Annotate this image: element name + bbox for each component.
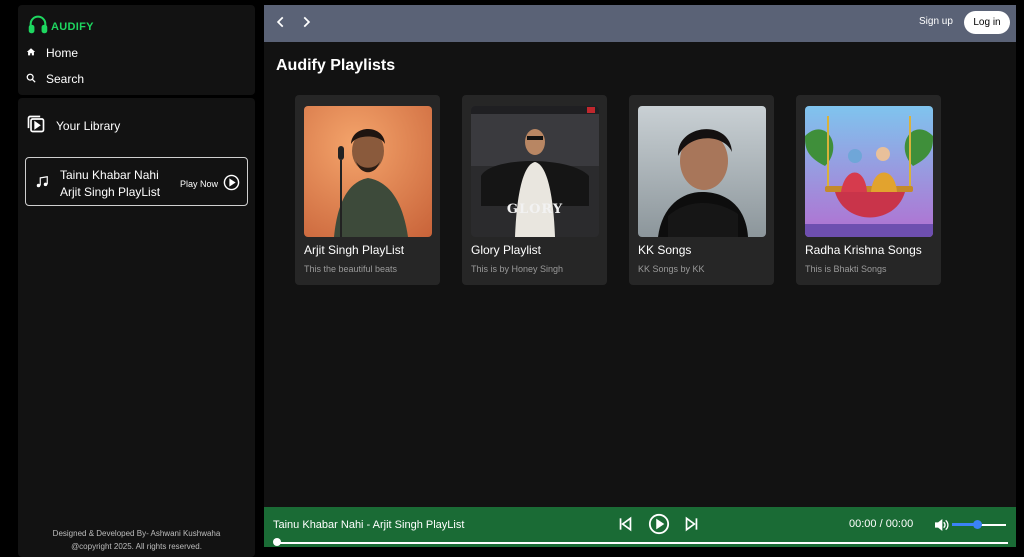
playlist-cover: GLORY [471,106,599,237]
nav-search[interactable]: Search [26,72,84,86]
footer-credit: Designed & Developed By- Ashwani Kushwah… [52,529,221,538]
now-playing-title: Tainu Khabar Nahi - Arjit Singh PlayList [273,519,465,531]
skip-forward-icon[interactable] [683,515,700,538]
playlist-card[interactable]: GLORY Glory Playlist This is by Honey Si… [462,95,607,285]
playlist-subtitle: This is by Honey Singh [471,264,564,274]
app-root: AUDIFY Home Search Your Library Tainu Kh… [0,0,1024,557]
login-button[interactable]: Log in [964,11,1010,34]
player-bar: Tainu Khabar Nahi - Arjit Singh PlayList… [264,507,1016,547]
page-title: Audify Playlists [276,57,396,74]
nav-home-label: Home [46,46,79,60]
logo-text: AUDIFY [51,20,94,33]
seek-handle[interactable] [273,538,281,546]
playlist-subtitle: This the beautiful beats [304,264,398,274]
playlist-cover [304,106,432,237]
playlist-title: Radha Krishna Songs [805,243,922,257]
volume-icon[interactable] [932,517,950,538]
playlist-title: Arjit Singh PlayList [304,243,405,257]
playlist-subtitle: This is Bhakti Songs [805,264,887,274]
playlist-card[interactable]: Radha Krishna Songs This is Bhakti Songs [796,95,941,285]
play-icon[interactable] [648,513,670,540]
nav-search-label: Search [46,72,85,86]
playlist-title: Glory Playlist [471,243,542,257]
cover-text: GLORY [506,202,564,217]
play-now-button[interactable]: Play Now [180,174,240,193]
headphones-icon [27,13,49,40]
playlist-card[interactable]: KK Songs KK Songs by KK [629,95,774,285]
sidebar: AUDIFY Home Search Your Library Tainu Kh… [18,5,255,557]
library-card-title: Tainu Khabar Nahi [60,168,159,182]
playlist-card[interactable]: Arjit Singh PlayList This the beautiful … [295,95,440,285]
library-header[interactable]: Your Library [26,114,120,137]
music-note-icon [35,175,49,194]
playlist-subtitle: KK Songs by KK [638,264,705,274]
logo[interactable]: AUDIFY [27,13,94,40]
time-display: 00:00 / 00:00 [849,518,914,530]
volume-slider-handle[interactable] [973,520,982,529]
home-panel: AUDIFY Home Search [18,5,255,95]
playlist-cover [638,106,766,237]
playlist-title: KK Songs [638,243,692,257]
main-panel: Sign up Log in Audify Playlists Arjit Si… [264,5,1016,508]
seek-bar[interactable] [276,542,1008,544]
top-header: Sign up Log in [264,5,1016,42]
nav-home[interactable]: Home [26,46,78,60]
chevron-right-icon[interactable] [299,14,313,35]
search-icon [26,72,36,86]
library-playlist-card[interactable]: Tainu Khabar Nahi Arjit Singh PlayList P… [25,157,248,206]
footer-copyright: @copyright 2025. All rights reserved. [71,542,202,551]
chevron-left-icon[interactable] [274,14,288,35]
play-now-label: Play Now [179,178,218,189]
library-title: Your Library [56,118,121,133]
library-panel: Your Library Tainu Khabar Nahi Arjit Sin… [18,98,255,557]
playlist-cover [805,106,933,237]
signup-button[interactable]: Sign up [919,16,953,27]
home-icon [26,46,36,60]
library-icon [26,114,46,137]
library-card-subtitle: Arjit Singh PlayList [60,185,161,199]
play-circle-icon [223,174,240,193]
skip-back-icon[interactable] [617,515,634,538]
